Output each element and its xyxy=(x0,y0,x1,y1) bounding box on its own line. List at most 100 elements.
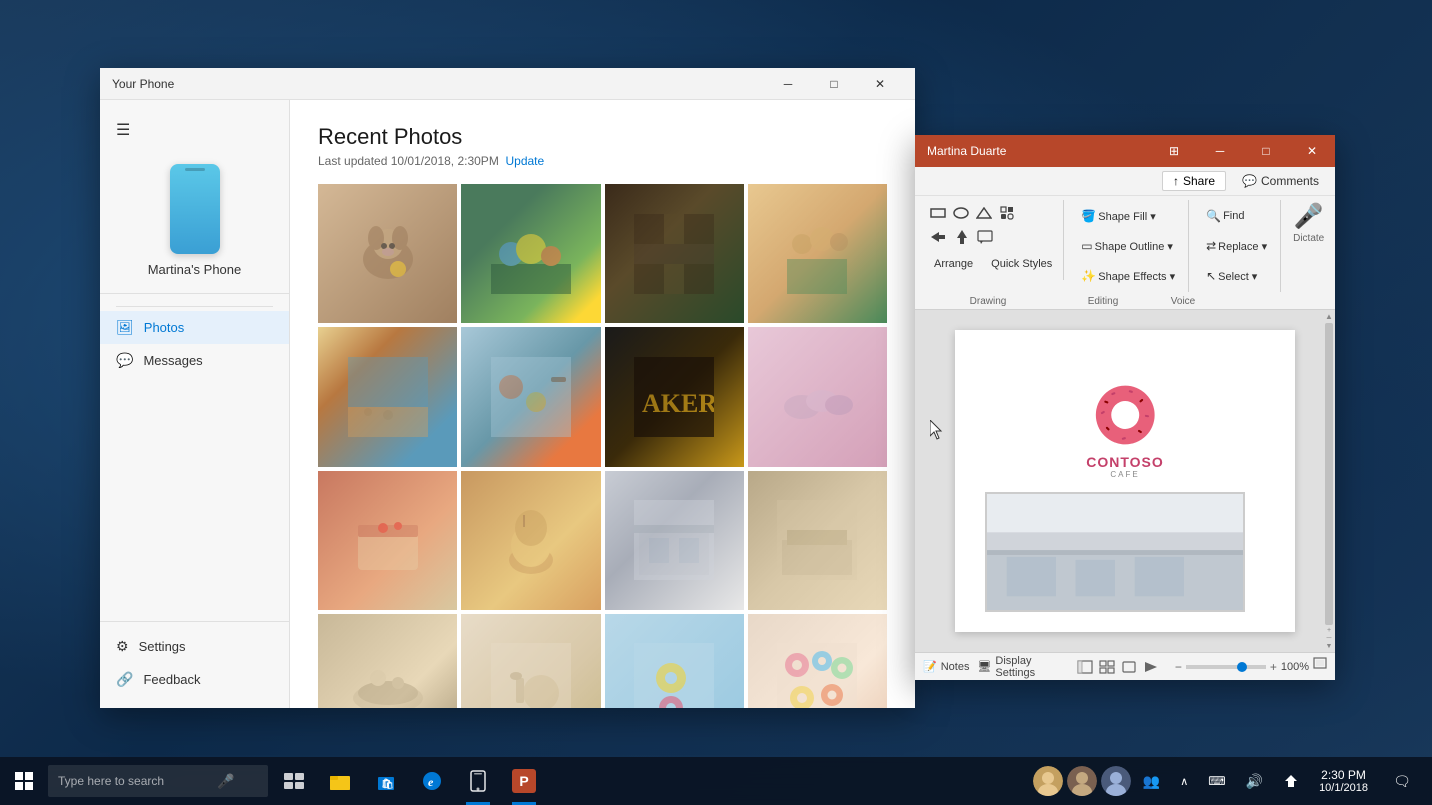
hamburger-menu[interactable]: ☰ xyxy=(100,112,289,148)
left-arrow-shape[interactable] xyxy=(927,226,949,248)
taskbar-app-fileexplorer[interactable] xyxy=(318,757,362,805)
update-link[interactable]: Update xyxy=(505,154,544,168)
photo-cell-donuts-yellow[interactable] xyxy=(605,614,744,708)
photo-cell-food-bowl[interactable] xyxy=(318,614,457,708)
arrange-button[interactable]: Arrange xyxy=(927,250,980,278)
taskbar-avatar-2[interactable] xyxy=(1067,766,1097,796)
search-input[interactable] xyxy=(58,774,218,788)
photo-cell-macarons[interactable] xyxy=(748,327,887,466)
photos-subtitle: Last updated 10/01/2018, 2:30PM Update xyxy=(318,154,887,168)
phone-maximize-button[interactable]: □ xyxy=(811,68,857,100)
shape-fill-button[interactable]: 🪣 Shape Fill ▾ xyxy=(1074,202,1182,230)
photo-cell-trees[interactable] xyxy=(605,184,744,323)
photo-cell-dog[interactable] xyxy=(318,184,457,323)
chevron-up-icon[interactable]: ∧ xyxy=(1172,757,1196,805)
down-arrow-shape[interactable] xyxy=(951,226,973,248)
scroll-thumb[interactable] xyxy=(1325,323,1333,625)
rectangle-shape[interactable] xyxy=(927,202,949,224)
taskbar-avatar-3[interactable] xyxy=(1101,766,1131,796)
taskbar-avatar-1[interactable] xyxy=(1033,766,1063,796)
ppt-window: Martina Duarte ⊞ ─ □ ✕ ↑ Share 💬 Comment… xyxy=(915,135,1335,680)
taskbar-clock[interactable]: 2:30 PM 10/1/2018 xyxy=(1311,768,1376,794)
quick-styles-button[interactable]: Quick Styles xyxy=(984,250,1059,278)
scroll-up-arrow[interactable]: ▲ xyxy=(1325,312,1333,321)
taskbar-app-powerpoint[interactable]: P xyxy=(502,757,546,805)
more-shapes[interactable] xyxy=(996,202,1018,224)
select-button[interactable]: ↖ Select ▾ xyxy=(1199,262,1274,290)
shape-effects-label: Shape Effects ▾ xyxy=(1098,270,1175,283)
normal-view-button[interactable] xyxy=(1077,660,1093,674)
slide-cafe-photo[interactable] xyxy=(985,492,1245,612)
ppt-minimize-button[interactable]: ─ xyxy=(1197,135,1243,167)
quick-styles-label: Quick Styles xyxy=(991,258,1052,270)
photo-cell-donuts-colorful[interactable] xyxy=(748,614,887,708)
search-box[interactable]: 🎤 xyxy=(48,765,268,797)
network-icon[interactable] xyxy=(1275,757,1307,805)
share-button[interactable]: ↑ Share xyxy=(1162,171,1226,191)
notes-button[interactable]: 📝 Notes xyxy=(923,660,969,673)
find-button[interactable]: 🔍 Find xyxy=(1199,202,1274,230)
phone-close-button[interactable]: ✕ xyxy=(857,68,903,100)
sidebar-item-messages[interactable]: 💬 Messages xyxy=(100,344,289,377)
taskbar-app-store[interactable]: 🛍 xyxy=(364,757,408,805)
scroll-down-arrow[interactable]: ▼ xyxy=(1326,643,1333,650)
taskbar-app-edge[interactable]: e xyxy=(410,757,454,805)
zoom-in-button[interactable]: + xyxy=(1270,660,1277,674)
display-settings-button[interactable]: 🖥 Display Settings xyxy=(977,655,1068,679)
photo-cell-cupcake[interactable] xyxy=(461,471,600,610)
photo-cell-bakery[interactable]: AKERY xyxy=(605,327,744,466)
phone-window-title: Your Phone xyxy=(112,77,765,91)
photo-cheesecake xyxy=(318,471,457,610)
sidebar-item-feedback[interactable]: 🔗 Feedback xyxy=(100,663,289,696)
volume-icon[interactable]: 🔊 xyxy=(1238,757,1271,805)
ppt-slide: C CONTOSO CAFE xyxy=(955,330,1295,632)
photo-cell-beach[interactable] xyxy=(318,327,457,466)
callout-shape[interactable] xyxy=(975,226,997,248)
feedback-icon: 🔗 xyxy=(116,671,133,688)
zoom-thumb[interactable] xyxy=(1237,662,1247,672)
photo-macarons xyxy=(748,327,887,466)
notification-center-button[interactable]: 🗨 xyxy=(1380,757,1424,805)
photo-cell-food-flat[interactable] xyxy=(461,327,600,466)
slideshow-button[interactable] xyxy=(1143,660,1159,674)
phone-titlebar: Your Phone ─ □ ✕ xyxy=(100,68,915,100)
triangle-shape[interactable] xyxy=(973,202,995,224)
ellipse-shape[interactable] xyxy=(950,202,972,224)
zoom-slider[interactable] xyxy=(1186,665,1266,669)
dictate-button[interactable]: 🎤 Dictate xyxy=(1293,202,1324,244)
microphone-taskbar-icon[interactable]: 🎤 xyxy=(218,773,234,789)
shape-effects-button[interactable]: ✨ Shape Effects ▾ xyxy=(1074,262,1182,290)
slide-sorter-button[interactable] xyxy=(1099,660,1115,674)
ppt-window-icon1[interactable]: ⊞ xyxy=(1151,135,1197,167)
photo-cafe-exterior xyxy=(605,471,744,610)
photo-cell-baking[interactable] xyxy=(461,614,600,708)
system-tray[interactable]: 👥 xyxy=(1135,757,1168,805)
reading-view-button[interactable] xyxy=(1121,660,1137,674)
photo-cell-flowers[interactable] xyxy=(461,184,600,323)
start-button[interactable] xyxy=(0,757,48,805)
taskbar-avatars xyxy=(1033,766,1131,796)
comments-icon: 💬 xyxy=(1242,174,1257,188)
keyboard-icon[interactable]: ⌨ xyxy=(1200,757,1233,805)
taskbar-app-yourphone[interactable] xyxy=(456,757,500,805)
ribbon-labels: Drawing Editing Voice xyxy=(915,296,1335,309)
ppt-maximize-button[interactable]: □ xyxy=(1243,135,1289,167)
comments-button[interactable]: 💬 Comments xyxy=(1234,172,1327,190)
shape-outline-button[interactable]: ▭ Shape Outline ▾ xyxy=(1074,232,1182,260)
photo-cell-cafe-interior[interactable] xyxy=(748,471,887,610)
photo-dog xyxy=(318,184,457,323)
scroll-zoom-plus[interactable]: + xyxy=(1327,627,1331,634)
sidebar-item-photos[interactable]: 🖼 Photos xyxy=(100,311,289,344)
zoom-out-button[interactable]: − xyxy=(1175,660,1182,674)
fit-slide-button[interactable] xyxy=(1313,657,1327,676)
photo-cell-cheesecake[interactable] xyxy=(318,471,457,610)
taskbar-app-taskview[interactable] xyxy=(272,757,316,805)
replace-button[interactable]: ⇄ Replace ▾ xyxy=(1199,232,1274,260)
phone-minimize-button[interactable]: ─ xyxy=(765,68,811,100)
scroll-minus[interactable]: ─ xyxy=(1327,635,1332,642)
sidebar-item-settings[interactable]: ⚙ Settings xyxy=(100,630,289,663)
vertical-scrollbar[interactable]: ▲ + ─ ▼ xyxy=(1323,310,1335,652)
photo-cell-cafe-exterior[interactable] xyxy=(605,471,744,610)
photo-cell-family[interactable] xyxy=(748,184,887,323)
ppt-close-button[interactable]: ✕ xyxy=(1289,135,1335,167)
